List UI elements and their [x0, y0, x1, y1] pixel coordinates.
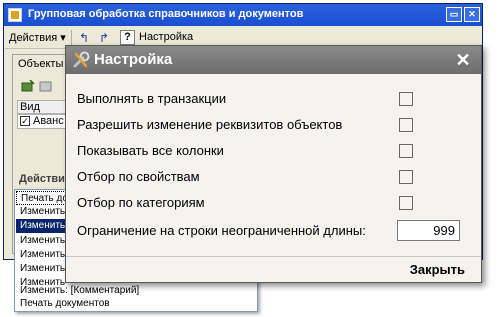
- wrench-icon: [73, 51, 90, 68]
- limit-input[interactable]: 999: [397, 220, 460, 241]
- minimize-button[interactable]: ▭: [446, 7, 462, 22]
- actions-menu-button[interactable]: Действия ▾: [9, 31, 66, 44]
- table-row[interactable]: ✓ Аванс: [17, 114, 67, 129]
- main-window-title: Групповая обработка справочников и докум…: [28, 8, 304, 20]
- dialog-footer-divider: [66, 256, 481, 257]
- close-button[interactable]: Закрыть: [410, 262, 465, 277]
- help-icon[interactable]: ?: [120, 30, 135, 45]
- window-close-button[interactable]: ✕: [464, 7, 480, 22]
- app-icon: [8, 8, 22, 22]
- checkbox-filter-by-properties[interactable]: [399, 170, 413, 184]
- dialog-title: Настройка: [94, 51, 173, 68]
- dropdown-item[interactable]: Изменить: [Комментарий]: [16, 284, 256, 298]
- dialog-close-x-button[interactable]: ✕: [454, 50, 472, 70]
- main-window-titlebar[interactable]: Групповая обработка справочников и докум…: [4, 4, 482, 26]
- option-label-allow-edit-attributes: Разрешить изменение реквизитов объектов: [77, 117, 343, 132]
- settings-dialog: Настройка ✕ Выполнять в транзакции Разре…: [65, 45, 482, 283]
- checkbox-show-all-columns[interactable]: [399, 144, 413, 158]
- dropdown-item[interactable]: Печать документов: [16, 297, 256, 311]
- checkbox-allow-edit-attributes[interactable]: [399, 118, 413, 132]
- settings-button[interactable]: Настройка: [139, 31, 193, 43]
- actions-section-label: Действи: [19, 173, 65, 185]
- add-row-icon[interactable]: [21, 80, 35, 92]
- row-checkbox[interactable]: ✓: [20, 116, 30, 126]
- limit-label: Ограничение на строки неограниченной дли…: [77, 223, 366, 238]
- option-label-filter-by-properties: Отбор по свойствам: [77, 169, 200, 184]
- row-label: Аванс: [33, 115, 64, 127]
- option-label-show-all-columns: Показывать все колонки: [77, 143, 224, 158]
- delete-row-icon[interactable]: [39, 80, 53, 92]
- redo-arrow-icon[interactable]: ↱: [97, 31, 111, 45]
- checkbox-transaction[interactable]: [399, 92, 413, 106]
- column-header-kind[interactable]: Вид: [17, 100, 67, 114]
- toolbar-separator: [71, 30, 72, 46]
- option-label-filter-by-categories: Отбор по категориям: [77, 195, 205, 210]
- option-label-transaction: Выполнять в транзакции: [77, 91, 227, 106]
- undo-arrow-icon[interactable]: ↰: [77, 31, 91, 45]
- checkbox-filter-by-categories[interactable]: [399, 196, 413, 210]
- dialog-titlebar[interactable]: Настройка ✕: [66, 46, 481, 74]
